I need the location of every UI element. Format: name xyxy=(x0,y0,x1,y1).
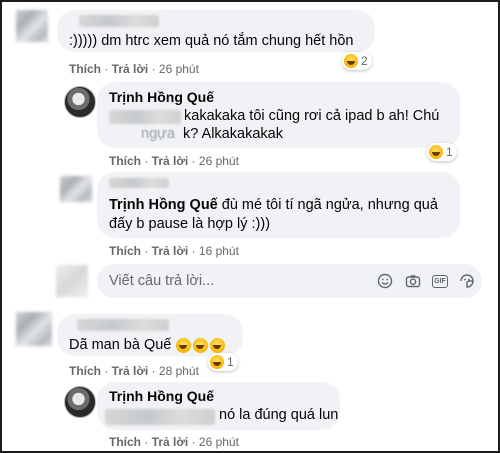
gif-icon[interactable]: GIF xyxy=(432,273,448,289)
reply-link[interactable]: Trả lời xyxy=(152,244,189,258)
haha-emoji-icon xyxy=(344,54,358,68)
comment-text: :))))) dm htrc xem quả nó tắm chung hết … xyxy=(69,33,354,49)
reaction-count: 2 xyxy=(361,54,368,68)
comment-bubble: Trịnh Hồng Quế nó la đúng quá lun xyxy=(97,382,340,430)
timestamp[interactable]: 26 phút xyxy=(199,435,239,449)
comment-actions: Thích · Trả lời · 26 phút xyxy=(109,154,239,168)
reaction-badge[interactable]: 1 xyxy=(427,143,457,161)
like-link[interactable]: Thích xyxy=(109,154,141,168)
redacted-name xyxy=(79,15,159,27)
redacted-mention xyxy=(109,110,181,124)
haha-emoji-icon xyxy=(210,355,224,369)
comment-text-line2-prefix: ngựa xyxy=(141,126,175,142)
commenter-name[interactable]: Trịnh Hồng Quế xyxy=(109,197,218,213)
reaction-count: 1 xyxy=(227,355,234,369)
avatar[interactable] xyxy=(64,86,96,118)
comment-text-part: đù mé tôi tí ngã ngửa, nhưng quả xyxy=(217,197,438,213)
reply-placeholder: Viết câu trả lời... xyxy=(109,273,215,289)
comment-actions: Thích · Trả lời · 26 phút xyxy=(109,435,239,449)
reply-link[interactable]: Trả lời xyxy=(112,364,149,378)
commenter-name[interactable]: Trịnh Hồng Quế xyxy=(109,89,214,105)
haha-emoji-icon xyxy=(429,145,443,159)
like-link[interactable]: Thích xyxy=(109,244,141,258)
comment-bubble: :))))) dm htrc xem quả nó tắm chung hết … xyxy=(57,10,375,52)
avatar[interactable] xyxy=(16,10,48,42)
comment-text: Dã man bà Quế xyxy=(69,336,226,355)
comment-text-line2: k? Alkakakakak xyxy=(183,126,283,142)
reaction-count: 1 xyxy=(446,145,453,159)
haha-emoji-icon xyxy=(193,337,209,353)
comment-text-line1: kakakaka tôi cũng rơi cả ipad b ah! Chú xyxy=(184,108,440,124)
gif-label: GIF xyxy=(432,274,448,288)
commenter-name[interactable]: Trịnh Hồng Quế xyxy=(109,388,214,404)
reaction-badge[interactable]: 2 xyxy=(342,52,372,70)
avatar[interactable] xyxy=(64,386,96,418)
comment-text-part: Dã man bà Quế xyxy=(69,337,172,353)
like-link[interactable]: Thích xyxy=(69,62,101,76)
haha-emoji-icon xyxy=(210,337,226,353)
redacted-mention xyxy=(105,409,215,425)
comment-actions: Thích · Trả lời · 28 phút xyxy=(69,364,199,378)
like-link[interactable]: Thích xyxy=(109,435,141,449)
reply-link[interactable]: Trả lời xyxy=(152,154,189,168)
reply-link[interactable]: Trả lời xyxy=(152,435,189,449)
redacted-name xyxy=(77,319,169,331)
avatar[interactable] xyxy=(60,176,92,202)
camera-icon[interactable] xyxy=(405,273,421,289)
comment-actions: Thích · Trả lời · 26 phút xyxy=(69,62,199,76)
reply-input[interactable]: Viết câu trả lời... GIF xyxy=(97,264,482,298)
timestamp[interactable]: 28 phút xyxy=(159,364,199,378)
comment-actions: Thích · Trả lời · 16 phút xyxy=(109,244,239,258)
avatar[interactable] xyxy=(16,312,52,346)
smiley-icon[interactable] xyxy=(377,273,393,289)
timestamp[interactable]: 16 phút xyxy=(199,244,239,258)
reaction-badge[interactable]: 1 xyxy=(208,353,238,371)
avatar xyxy=(56,265,88,297)
comment-bubble: Dã man bà Quế xyxy=(57,314,243,356)
haha-emoji-icon xyxy=(176,337,192,353)
timestamp[interactable]: 26 phút xyxy=(199,154,239,168)
comment-text-line1: Trịnh Hồng Quế đù mé tôi tí ngã ngửa, nh… xyxy=(109,196,438,215)
sticker-icon[interactable] xyxy=(459,273,475,289)
like-link[interactable]: Thích xyxy=(69,364,101,378)
timestamp[interactable]: 26 phút xyxy=(159,62,199,76)
comment-bubble: Trịnh Hồng Quế đù mé tôi tí ngã ngửa, nh… xyxy=(97,172,460,238)
reply-link[interactable]: Trả lời xyxy=(112,62,149,76)
redacted-name xyxy=(109,178,169,188)
comment-text: nó la đúng quá lun xyxy=(219,407,339,423)
comment-text-line2: đấy b pause là hợp lý :))) xyxy=(109,216,271,232)
comment-bubble: Trịnh Hồng Quế kakakaka tôi cũng rơi cả … xyxy=(97,82,460,148)
